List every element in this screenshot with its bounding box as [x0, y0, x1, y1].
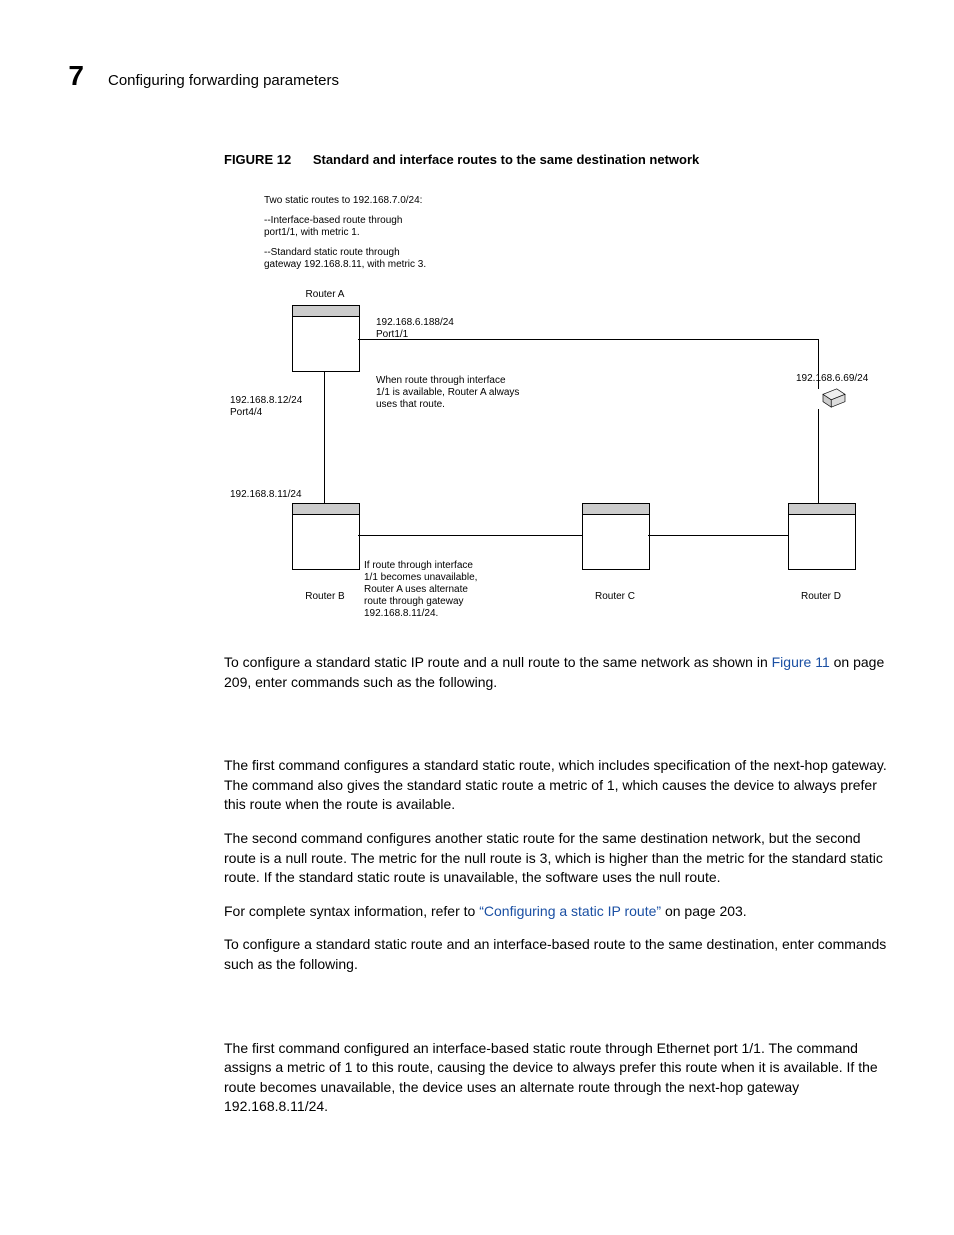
diagram-note-available-l3: uses that route. — [376, 399, 445, 412]
router-d-label: Router D — [788, 591, 854, 604]
figure-caption: Standard and interface routes to the sam… — [313, 152, 699, 167]
link-c-d — [648, 535, 788, 536]
router-d-icon — [788, 503, 856, 570]
figure-11-link[interactable]: Figure 11 — [772, 654, 830, 670]
code-gap-2 — [224, 989, 894, 1039]
router-a-icon — [292, 305, 360, 372]
paragraph-2: The first command configures a standard … — [224, 756, 894, 815]
router-b-label: Router B — [292, 591, 358, 604]
figure-label: FIGURE 12 — [224, 152, 291, 167]
host-ip: 192.168.6.69/24 — [796, 373, 868, 386]
diagram-note-unavail-l3: Router A uses alternate — [364, 584, 468, 597]
diagram-note-unavail-l5: 192.168.8.11/24. — [364, 608, 438, 621]
paragraph-3: The second command configures another st… — [224, 829, 894, 888]
static-ip-route-link[interactable]: “Configuring a static IP route” — [479, 903, 661, 919]
diagram-desc1-l2: port1/1, with metric 1. — [264, 227, 360, 240]
diagram-desc2-l2: gateway 192.168.8.11, with metric 3. — [264, 259, 426, 272]
page-header: 7 Configuring forwarding parameters — [112, 60, 894, 92]
paragraph-6: The first command configured an interfac… — [224, 1039, 894, 1117]
diagram-intro: Two static routes to 192.168.7.0/24: — [264, 195, 422, 208]
diagram-desc2-l1: --Standard static route through — [264, 247, 400, 260]
network-diagram: Two static routes to 192.168.7.0/24: --I… — [248, 195, 888, 625]
diagram-note-unavail-l1: If route through interface — [364, 560, 473, 573]
para4-text-b: on page 203. — [661, 903, 747, 919]
router-c-icon — [582, 503, 650, 570]
router-a-port4-name: Port4/4 — [230, 407, 262, 420]
link-d-host — [818, 409, 819, 503]
para4-text-a: For complete syntax information, refer t… — [224, 903, 479, 919]
router-b-ip: 192.168.8.11/24 — [230, 489, 302, 502]
link-b-c — [358, 535, 582, 536]
page: 7 Configuring forwarding parameters FIGU… — [0, 0, 954, 1191]
link-a-b — [324, 371, 325, 503]
diagram-desc1-l1: --Interface-based route through — [264, 215, 402, 228]
link-host-down — [818, 339, 819, 389]
chapter-number: 7 — [24, 60, 84, 92]
router-a-port4-ip: 192.168.8.12/24 — [230, 395, 302, 408]
diagram-note-available-l1: When route through interface — [376, 375, 506, 388]
paragraph-4: For complete syntax information, refer t… — [224, 902, 894, 922]
host-icon — [820, 387, 848, 409]
diagram-note-unavail-l2: 1/1 becomes unavailable, — [364, 572, 477, 585]
paragraph-1: To configure a standard static IP route … — [224, 653, 894, 692]
code-gap-1 — [224, 706, 894, 756]
router-a-port1-ip: 192.168.6.188/24 — [376, 317, 454, 330]
chapter-title: Configuring forwarding parameters — [108, 72, 339, 89]
para1-text-a: To configure a standard static IP route … — [224, 654, 772, 670]
router-c-label: Router C — [582, 591, 648, 604]
paragraph-5: To configure a standard static route and… — [224, 935, 894, 974]
figure-title: FIGURE 12 Standard and interface routes … — [224, 152, 894, 167]
content-area: FIGURE 12 Standard and interface routes … — [224, 152, 894, 1117]
diagram-note-available-l2: 1/1 is available, Router A always — [376, 387, 519, 400]
link-a-host — [358, 339, 818, 340]
router-a-label: Router A — [292, 289, 358, 302]
diagram-note-unavail-l4: route through gateway — [364, 596, 464, 609]
router-b-icon — [292, 503, 360, 570]
